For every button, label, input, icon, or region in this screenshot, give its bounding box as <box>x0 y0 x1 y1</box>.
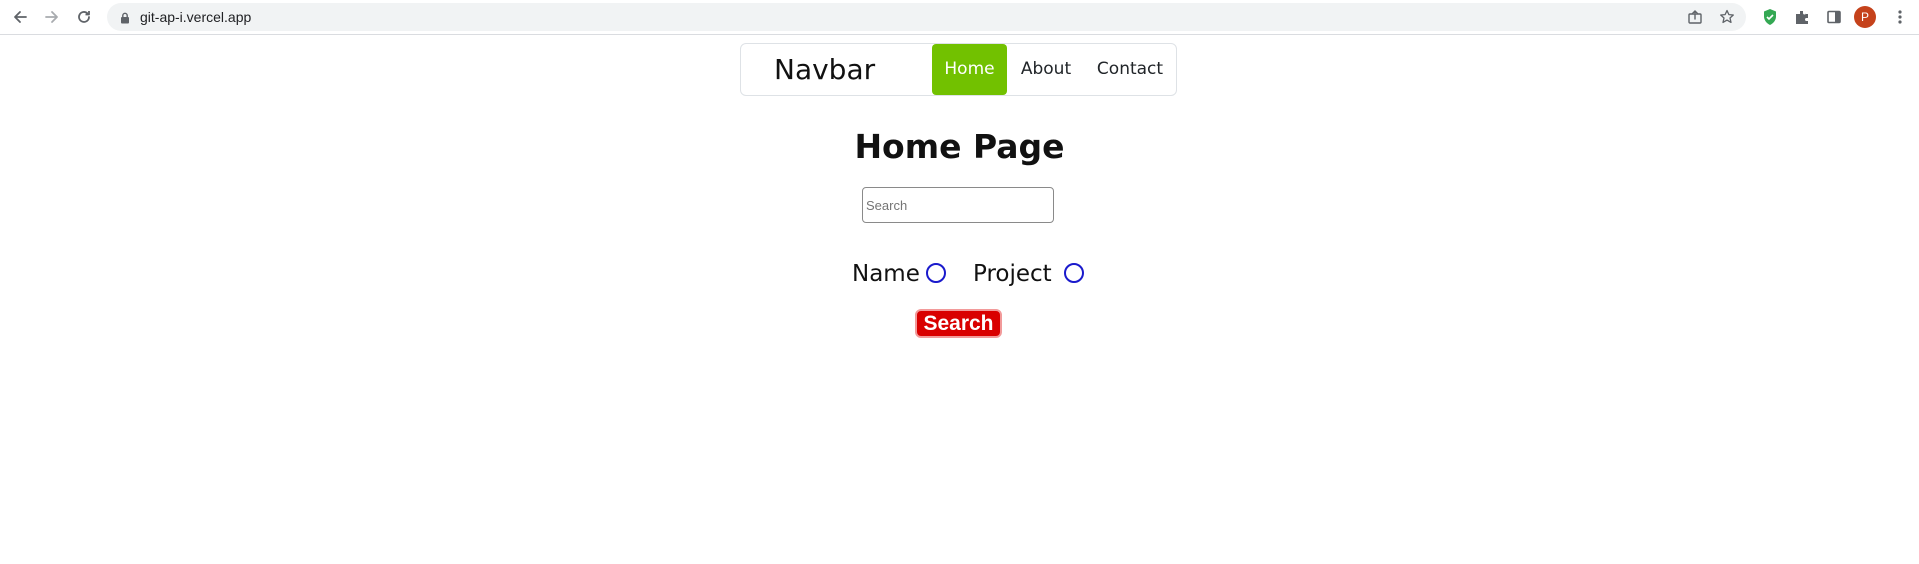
option-label-name: Name <box>852 261 920 287</box>
share-icon[interactable] <box>1685 7 1705 27</box>
search-input[interactable] <box>862 187 1054 223</box>
nav-link-home[interactable]: Home <box>932 44 1007 95</box>
nav-link-about[interactable]: About <box>1013 44 1079 95</box>
shield-extension-icon[interactable] <box>1757 4 1783 30</box>
search-button[interactable]: Search <box>915 309 1002 338</box>
extensions-icon[interactable] <box>1789 4 1815 30</box>
star-icon[interactable] <box>1717 7 1737 27</box>
back-icon[interactable] <box>7 4 33 30</box>
lock-icon[interactable] <box>120 11 130 29</box>
url-text[interactable]: git-ap-i.vercel.app <box>140 3 251 31</box>
navbar-brand[interactable]: Navbar <box>774 44 875 96</box>
address-bar[interactable]: git-ap-i.vercel.app <box>107 3 1746 31</box>
radio-name[interactable] <box>926 263 946 283</box>
side-panel-icon[interactable] <box>1821 4 1847 30</box>
reload-icon[interactable] <box>71 4 97 30</box>
menu-icon[interactable] <box>1887 4 1913 30</box>
page-title: Home Page <box>854 127 1065 166</box>
browser-toolbar: git-ap-i.vercel.app P <box>0 0 1919 35</box>
nav-link-contact[interactable]: Contact <box>1094 44 1166 95</box>
profile-avatar[interactable]: P <box>1854 6 1876 28</box>
forward-icon[interactable] <box>39 4 65 30</box>
radio-project[interactable] <box>1064 263 1084 283</box>
navbar: Navbar Home About Contact <box>740 43 1177 96</box>
option-label-project: Project <box>973 261 1052 287</box>
